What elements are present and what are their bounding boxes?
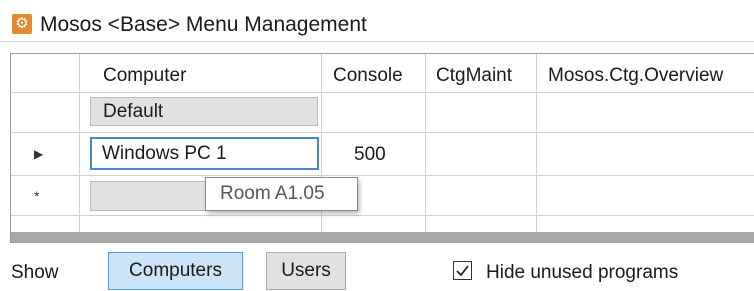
column-header-console[interactable]: Console bbox=[333, 65, 403, 87]
title-bar: ⚙ Mosos <Base> Menu Management bbox=[0, 0, 754, 42]
hide-unused-checkbox[interactable] bbox=[453, 261, 472, 280]
computer-cell-default[interactable]: Default bbox=[90, 97, 318, 126]
checkmark-icon bbox=[456, 265, 469, 277]
column-header-mosos-ctg-overview[interactable]: Mosos.Ctg.Overview bbox=[548, 65, 723, 87]
computer-cell-edit[interactable]: Windows PC 1 bbox=[90, 137, 319, 170]
column-header-ctgmaint[interactable]: CtgMaint bbox=[436, 65, 512, 87]
grid-divider bbox=[79, 54, 80, 232]
grid-divider bbox=[11, 175, 754, 176]
hide-unused-label[interactable]: Hide unused programs bbox=[486, 262, 678, 284]
console-cell[interactable]: 500 bbox=[354, 144, 386, 166]
column-header-computer[interactable]: Computer bbox=[103, 65, 186, 87]
computer-cell-new[interactable] bbox=[90, 181, 210, 211]
menu-grid[interactable]: Computer Console CtgMaint Mosos.Ctg.Over… bbox=[10, 53, 754, 243]
grid-empty-area bbox=[11, 232, 754, 242]
show-label: Show bbox=[11, 262, 59, 283]
computers-button[interactable]: Computers bbox=[108, 252, 243, 290]
window-title: Mosos <Base> Menu Management bbox=[40, 13, 367, 36]
grid-divider bbox=[536, 54, 537, 232]
current-row-indicator: ▶ bbox=[34, 147, 44, 161]
grid-divider bbox=[425, 54, 426, 232]
new-row-indicator: * bbox=[34, 188, 40, 204]
tooltip: Room A1.05 bbox=[205, 177, 358, 211]
grid-divider bbox=[11, 132, 754, 133]
grid-divider bbox=[11, 215, 754, 216]
gear-icon: ⚙ bbox=[12, 14, 32, 34]
users-button[interactable]: Users bbox=[266, 252, 346, 290]
grid-divider bbox=[11, 92, 754, 93]
